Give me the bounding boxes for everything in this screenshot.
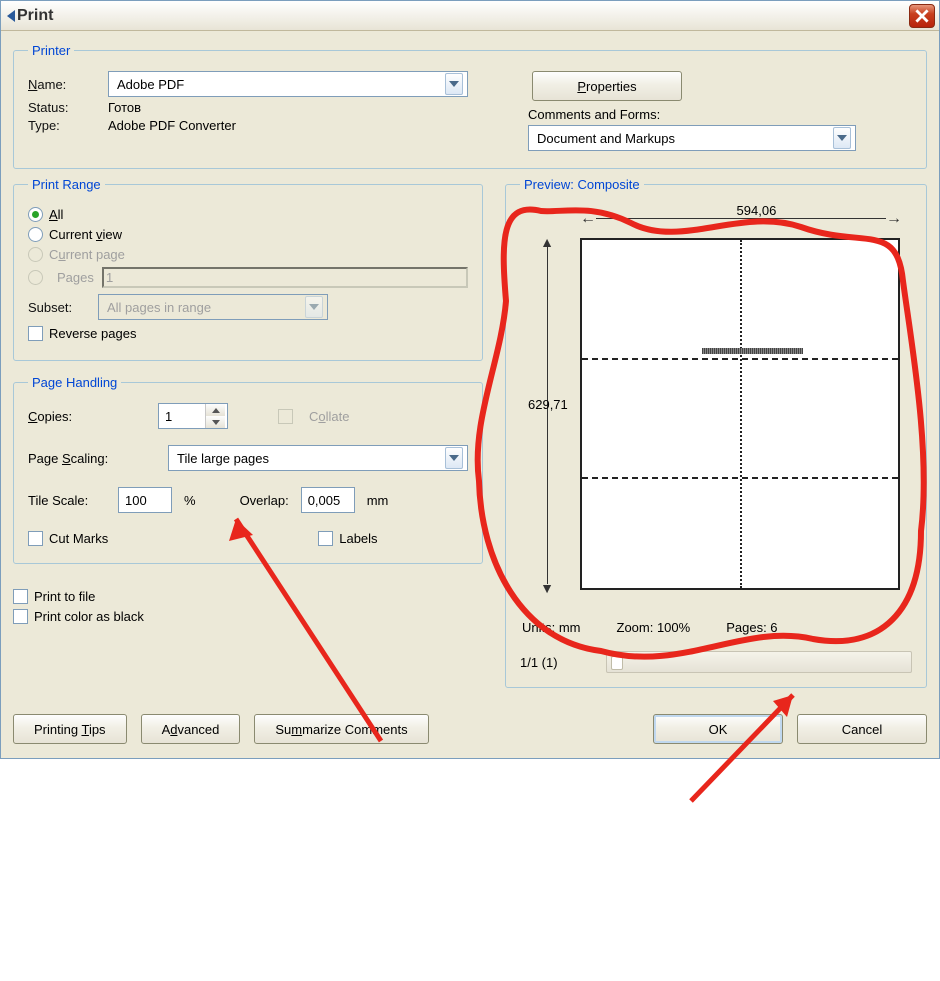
page-handling-legend: Page Handling — [28, 375, 121, 390]
reverse-label: Reverse pages — [49, 326, 136, 341]
radio-all[interactable]: All — [28, 207, 468, 222]
pages-label: Pages — [57, 270, 94, 285]
preview-height-dim: ▲ 629,71 ▼ — [530, 238, 564, 592]
printer-legend: Printer — [28, 43, 74, 58]
chevron-down-icon — [833, 127, 851, 149]
chevron-down-icon — [305, 296, 323, 318]
print-color-as-black-check[interactable]: Print color as black — [13, 609, 483, 624]
title-arrow-icon — [7, 10, 15, 22]
subset-label: Subset: — [28, 300, 88, 315]
copies-spinner[interactable] — [158, 403, 228, 429]
printer-name-value: Adobe PDF — [117, 77, 184, 92]
status-label: Status: — [28, 100, 98, 115]
overlap-input[interactable] — [301, 487, 355, 513]
print-range-legend: Print Range — [28, 177, 105, 192]
preview-canvas: ← 594,06 → ▲ 629,71 ▼ — [520, 202, 912, 602]
preview-width-dim: ← 594,06 → — [580, 208, 902, 228]
close-icon — [915, 9, 929, 23]
radio-icon — [28, 227, 43, 242]
preview-page-slider[interactable] — [606, 651, 912, 673]
overlap-label: Overlap: — [240, 493, 289, 508]
preview-pages: Pages: 6 — [726, 620, 777, 635]
preview-zoom: Zoom: 100% — [617, 620, 691, 635]
preview-page — [580, 238, 900, 590]
radio-icon — [28, 207, 43, 222]
reverse-pages-check[interactable]: Reverse pages — [28, 326, 468, 341]
title-text: Print — [17, 7, 53, 25]
checkbox-icon — [13, 609, 28, 624]
type-label: Type: — [28, 118, 98, 133]
print-to-file-label: Print to file — [34, 589, 95, 604]
radio-icon — [28, 247, 43, 262]
close-button[interactable] — [909, 4, 935, 28]
labels-label: Labels — [339, 531, 377, 546]
type-value: Adobe PDF Converter — [108, 118, 236, 133]
print-color-black-label: Print color as black — [34, 609, 144, 624]
cut-marks-label: Cut Marks — [49, 531, 108, 546]
page-scaling-select[interactable]: Tile large pages — [168, 445, 468, 471]
radio-pages: Pages — [28, 267, 468, 288]
titlebar: Print — [1, 1, 939, 31]
comments-select[interactable]: Document and Markups — [528, 125, 856, 151]
page-handling-group: Page Handling Copies: Collate — [13, 375, 483, 564]
spinner-down[interactable] — [206, 416, 225, 428]
properties-button[interactable]: Properties — [532, 71, 682, 101]
preview-content-icon — [702, 348, 803, 354]
labels-check[interactable]: Labels — [318, 531, 377, 546]
pages-input — [102, 267, 468, 288]
scaling-label: Page Scaling: — [28, 451, 158, 466]
radio-icon — [28, 270, 43, 285]
subset-select: All pages in range — [98, 294, 328, 320]
printer-name-select[interactable]: Adobe PDF — [108, 71, 468, 97]
tile-scale-input[interactable] — [118, 487, 172, 513]
preview-width-value: 594,06 — [735, 203, 779, 218]
spinner-up[interactable] — [206, 404, 225, 416]
checkbox-icon — [13, 589, 28, 604]
subset-value: All pages in range — [107, 300, 211, 315]
collate-label: Collate — [309, 409, 349, 424]
preview-height-value: 629,71 — [528, 397, 568, 412]
checkbox-icon — [318, 531, 333, 546]
collate-checkbox — [278, 409, 293, 424]
print-to-file-check[interactable]: Print to file — [13, 589, 483, 604]
printing-tips-button[interactable]: Printing Tips — [13, 714, 127, 744]
comments-value: Document and Markups — [537, 131, 675, 146]
name-label: Name: — [28, 77, 98, 92]
chevron-down-icon — [445, 447, 463, 469]
copies-label: Copies: — [28, 409, 148, 424]
cut-marks-check[interactable]: Cut Marks — [28, 531, 108, 546]
cancel-button[interactable]: Cancel — [797, 714, 927, 744]
tile-scale-label: Tile Scale: — [28, 493, 106, 508]
radio-current-view[interactable]: Current view — [28, 227, 468, 242]
preview-group: Preview: Composite ← 594,06 → ▲ 629,71 ▼ — [505, 177, 927, 688]
ok-button[interactable]: OK — [653, 714, 783, 744]
window-title: Print — [7, 7, 53, 25]
preview-units: Units: mm — [522, 620, 581, 635]
checkbox-icon — [28, 531, 43, 546]
copies-value[interactable] — [159, 404, 205, 428]
summarize-comments-button[interactable]: Summarize Comments — [254, 714, 428, 744]
status-value: Готов — [108, 100, 141, 115]
advanced-button[interactable]: Advanced — [141, 714, 241, 744]
tile-scale-unit: % — [184, 493, 196, 508]
overlap-unit: mm — [367, 493, 389, 508]
printer-group: Printer Name: Adobe PDF Status: Готов — [13, 43, 927, 169]
comments-label: Comments and Forms: — [528, 107, 660, 122]
checkbox-icon — [28, 326, 43, 341]
radio-current-page: Current page — [28, 247, 468, 262]
scaling-value: Tile large pages — [177, 451, 269, 466]
preview-legend: Preview: Composite — [520, 177, 644, 192]
chevron-down-icon — [445, 73, 463, 95]
preview-page-nav: 1/1 (1) — [520, 655, 558, 670]
print-range-group: Print Range All Current view Current pag… — [13, 177, 483, 361]
